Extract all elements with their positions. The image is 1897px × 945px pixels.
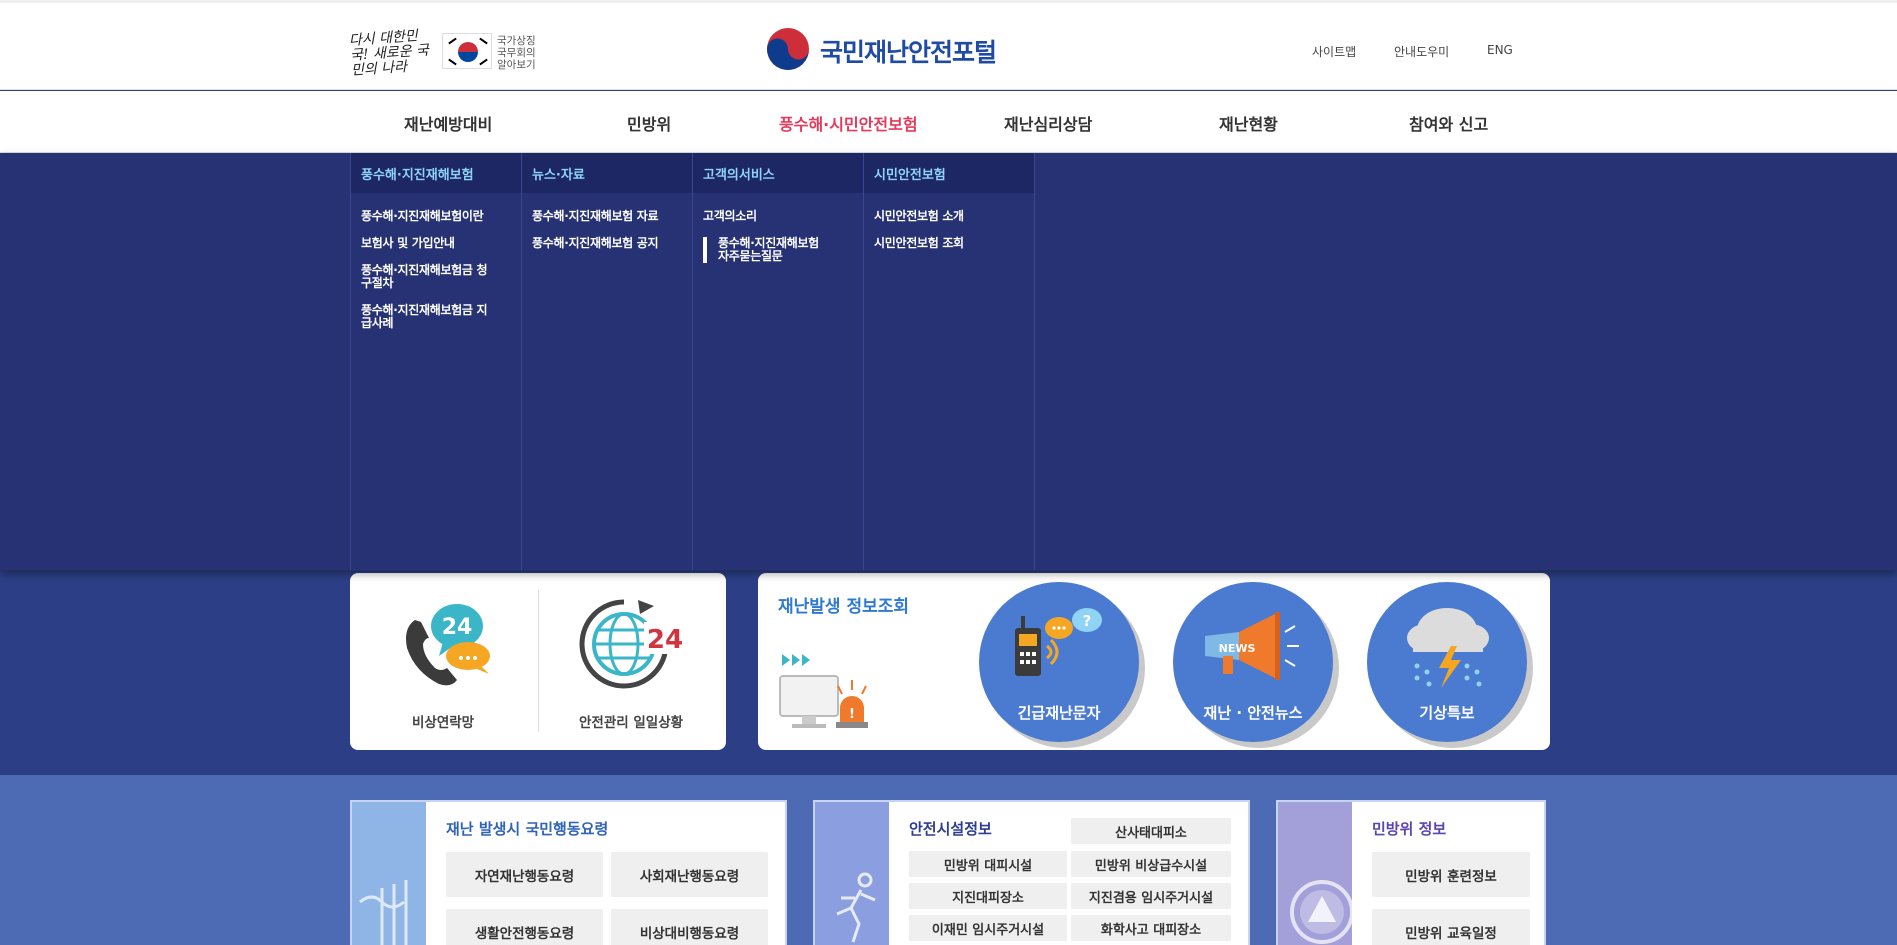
mobile-alert-icon: ? <box>1015 608 1102 676</box>
util-eng[interactable]: ENG <box>1487 43 1513 57</box>
box-side <box>1278 802 1354 945</box>
civil-defense-box: 민방위 정보 민방위 훈련정보 민방위 교육일정 <box>1276 800 1546 945</box>
mega-col-title[interactable]: 풍수해·지진재해보험 <box>351 153 521 193</box>
util-guide[interactable]: 안내도우미 <box>1394 43 1449 60</box>
mega-link[interactable]: 풍수해·지진재해보험이란 <box>361 210 521 223</box>
mega-link[interactable]: 풍수해·지진재해보험 자료 <box>532 210 692 223</box>
mega-col-news: 뉴스·자료 풍수해·지진재해보험 자료 풍수해·지진재해보험 공지 <box>521 153 692 570</box>
svg-text:NEWS: NEWS <box>1219 642 1256 655</box>
mega-link-current[interactable]: 풍수해·지진재해보험 자주묻는질문 <box>703 237 833 263</box>
nav-counseling[interactable]: 재난심리상담 <box>1004 111 1092 135</box>
mega-link[interactable]: 보험사 및 가입안내 <box>361 237 521 250</box>
divider <box>538 590 539 732</box>
nav-disaster-prep[interactable]: 재난예방대비 <box>404 111 492 135</box>
site-logo[interactable]: 국민재난안전포털 <box>820 33 997 69</box>
svg-text:?: ? <box>1083 612 1092 630</box>
megaphone-news-icon: NEWS <box>1205 612 1299 680</box>
mega-link[interactable]: 풍수해·지진재해보험금 지급사례 <box>361 304 491 330</box>
facility-title: 안전시설정보 <box>909 820 992 838</box>
civil-defense-title: 민방위 정보 <box>1372 820 1447 838</box>
conduct-title: 재난 발생시 국민행동요령 <box>446 820 609 838</box>
mega-link[interactable]: 시민안전보험 조회 <box>874 237 1034 250</box>
civil-defense-link[interactable]: 민방위 훈련정보 <box>1372 852 1530 897</box>
box-side <box>815 802 889 945</box>
mega-link[interactable]: 풍수해·지진재해보험금 청구절차 <box>361 264 491 290</box>
running-person-icon <box>836 872 876 943</box>
mega-col-title[interactable]: 고객의서비스 <box>693 153 863 193</box>
mega-link[interactable]: 시민안전보험 소개 <box>874 210 1034 223</box>
weather-warning-button[interactable]: 기상특보 <box>1367 582 1527 742</box>
conduct-box: 재난 발생시 국민행동요령 자연재난행동요령 사회재난행동요령 생활안전행동요령… <box>350 800 787 945</box>
svg-text:24: 24 <box>442 615 473 640</box>
main-nav: 재난예방대비 민방위 풍수해·시민안전보험 재난심리상담 재난현황 참여와 신고 <box>0 91 1897 153</box>
civil-defense-link[interactable]: 민방위 교육일정 <box>1372 909 1530 945</box>
conduct-link[interactable]: 자연재난행동요령 <box>446 852 603 897</box>
mega-col-title[interactable]: 시민안전보험 <box>864 153 1034 193</box>
facility-box: 안전시설정보 산사태대피소 민방위 대피시설 민방위 비상급수시설 지진대피장소… <box>813 800 1250 945</box>
civil-defense-emblem-icon <box>1290 880 1354 944</box>
conduct-link[interactable]: 생활안전행동요령 <box>446 909 603 945</box>
conduct-link[interactable]: 사회재난행동요령 <box>611 852 768 897</box>
emergency-text-button[interactable]: ? 긴급재난문자 <box>979 582 1139 742</box>
facility-link[interactable]: 지진대피장소 <box>909 883 1067 909</box>
monitor-siren-icon: ! <box>779 654 868 728</box>
slogan: 다시 대한민국! 새로운 국민의 나라 <box>348 28 430 79</box>
emergency-network-link[interactable]: 비상연락망 <box>412 711 474 731</box>
nav-status[interactable]: 재난현황 <box>1219 111 1278 135</box>
facility-link[interactable]: 산사태대피소 <box>1071 818 1231 844</box>
safety-news-button[interactable]: NEWS 재난 · 안전뉴스 <box>1173 582 1333 742</box>
mega-link[interactable]: 고객의소리 <box>703 210 863 223</box>
mega-col-title[interactable]: 뉴스·자료 <box>522 153 692 193</box>
nav-insurance[interactable]: 풍수해·시민안전보험 <box>779 111 918 135</box>
nav-civil-defense[interactable]: 민방위 <box>627 111 671 135</box>
svg-text:!: ! <box>849 707 855 722</box>
util-sitemap[interactable]: 사이트맵 <box>1312 43 1356 60</box>
site-header: 다시 대한민국! 새로운 국민의 나라 국가상징 국무회의 알아보기 국민재난안… <box>0 0 1897 90</box>
svg-text:24: 24 <box>647 625 683 655</box>
emergency-text-label: 긴급재난문자 <box>1017 704 1101 722</box>
facility-link[interactable]: 이재민 임시주거시설 <box>909 915 1067 941</box>
national-symbol-link[interactable]: 국가상징 국무회의 알아보기 <box>497 35 543 71</box>
government-logo-icon[interactable] <box>766 27 810 71</box>
safety-news-label: 재난 · 안전뉴스 <box>1203 704 1303 722</box>
facility-link[interactable]: 화학사고 대피장소 <box>1071 915 1231 941</box>
phone-24-icon: 24 <box>406 604 490 686</box>
weather-warning-label: 기상특보 <box>1419 704 1475 722</box>
mega-col-customer: 고객의서비스 고객의소리 풍수해·지진재해보험 자주묻는질문 <box>692 153 863 570</box>
daily-status-link[interactable]: 안전관리 일일상황 <box>579 711 683 731</box>
mega-link[interactable]: 풍수해·지진재해보험 공지 <box>532 237 692 250</box>
taegukgi-icon[interactable] <box>442 33 492 69</box>
mega-col-citizen: 시민안전보험 시민안전보험 소개 시민안전보험 조회 <box>863 153 1034 570</box>
conduct-link[interactable]: 비상대비행동요령 <box>611 909 768 945</box>
nav-participation[interactable]: 참여와 신고 <box>1409 111 1488 135</box>
mega-col-insurance: 풍수해·지진재해보험 풍수해·지진재해보험이란 보험사 및 가입안내 풍수해·지… <box>350 153 521 570</box>
mega-menu: 풍수해·지진재해보험 풍수해·지진재해보험이란 보험사 및 가입안내 풍수해·지… <box>0 153 1897 570</box>
disaster-info-title: 재난발생 정보조회 <box>778 597 910 617</box>
facility-link[interactable]: 지진겸용 임시주거시설 <box>1071 883 1231 909</box>
box-side <box>352 802 426 945</box>
facility-link[interactable]: 민방위 비상급수시설 <box>1071 851 1231 877</box>
divider <box>1034 153 1035 570</box>
wave-icon <box>359 880 408 945</box>
globe-24-icon: 24 <box>579 599 686 689</box>
storm-cloud-icon <box>1407 608 1489 688</box>
facility-link[interactable]: 민방위 대피시설 <box>909 851 1067 877</box>
